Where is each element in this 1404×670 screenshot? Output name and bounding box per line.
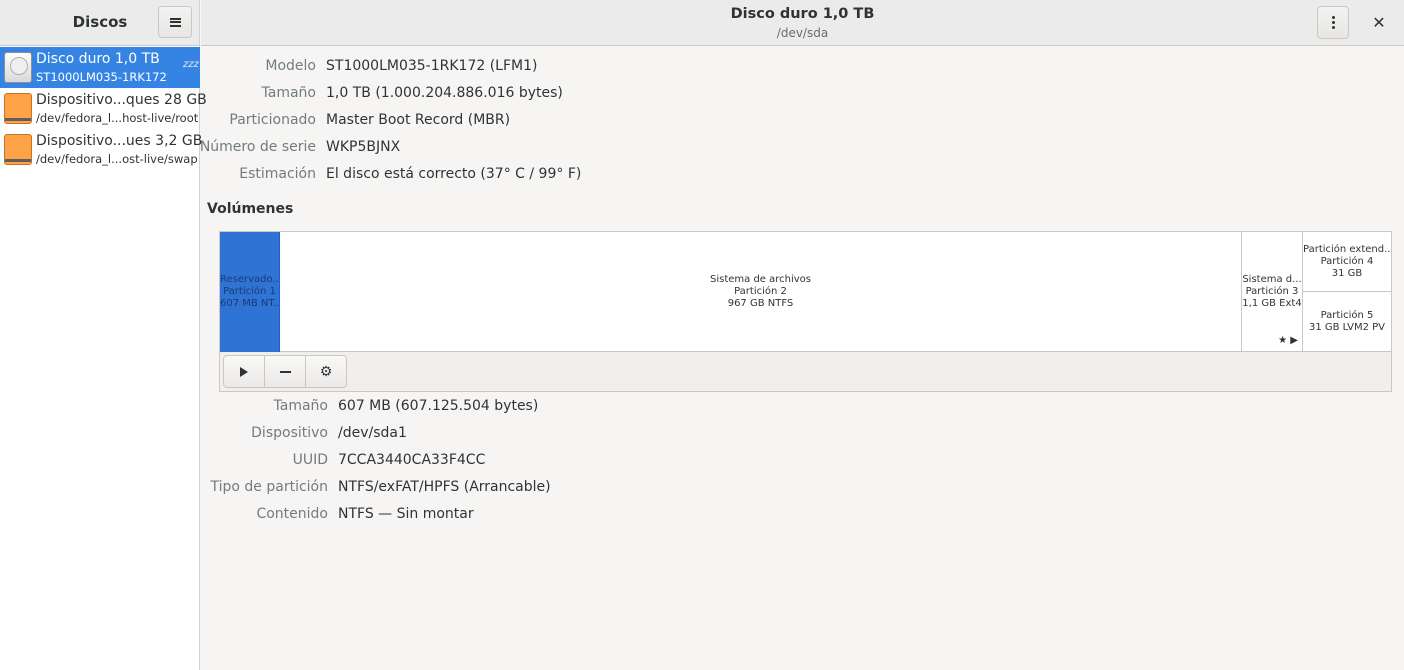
info-value: 607 MB (607.125.504 bytes) [338, 398, 539, 414]
info-value: 1,0 TB (1.000.204.886.016 bytes) [326, 85, 563, 101]
info-value: /dev/sda1 [338, 425, 407, 441]
info-label: Dispositivo [251, 425, 328, 441]
partition-info-row: Tipo de partición [201, 479, 329, 499]
harddisk-icon [4, 52, 32, 83]
sidebar: Discos Disco duro 1,0 TB ST1000LM035-1RK… [0, 0, 207, 670]
mount-button[interactable] [223, 355, 265, 388]
usb-drive-icon [4, 93, 32, 124]
info-label: Modelo [265, 58, 316, 74]
partition-number: Partición 1 [223, 286, 276, 297]
partition-number: Partición 3 [1245, 286, 1299, 297]
partition-size: 31 GB LVM2 PV [1308, 322, 1386, 333]
minus-icon [279, 370, 291, 373]
drive-info-row: Modelo [201, 58, 316, 78]
sidebar-title-text: Discos [72, 13, 128, 31]
partition-3[interactable]: Sistema d... Partición 3 1,1 GB Ext4 ★ ▶ [1242, 232, 1303, 352]
partition-info-row: UUID [201, 452, 328, 472]
info-value: 7CCA3440CA33F4CC [338, 452, 486, 468]
partition-info-row: Dispositivo [201, 425, 328, 445]
gears-icon: ⚙ [319, 363, 333, 380]
usb-drive-icon [4, 134, 32, 165]
drive-menu-button[interactable] [1317, 6, 1349, 39]
info-label: Contenido [256, 506, 328, 522]
info-label: Tamaño [261, 85, 316, 101]
partition-2[interactable]: Sistema de archivos Partición 2 967 GB N… [280, 232, 1242, 352]
volumes-heading: Volúmenes [207, 201, 294, 217]
partition-label: Sistema d... [1242, 274, 1302, 285]
mount-arrow-icon: ▶ [1290, 335, 1298, 346]
info-label: Estimación [239, 166, 316, 182]
info-label: Número de serie [199, 139, 316, 155]
header-bar: Disco duro 1,0 TB /dev/sda ✕ [201, 0, 1404, 46]
info-label: Particionado [229, 112, 316, 128]
partition-number: Partición 5 [1320, 310, 1374, 321]
partition-status-icons: ★ ▶ [1278, 335, 1298, 347]
info-value: Master Boot Record (MBR) [326, 112, 511, 128]
window-subtitle: /dev/sda [776, 26, 829, 40]
kebab-dot [1331, 16, 1335, 19]
partition-1[interactable]: Reservado... Partición 1 607 MB NT... [220, 232, 280, 352]
volume-map: Reservado... Partición 1 607 MB NT... Si… [220, 232, 1391, 352]
partition-label: Reservado... [220, 274, 280, 285]
partition-info-row: Tamaño [201, 398, 328, 418]
info-value: ST1000LM035-1RK172 (LFM1) [326, 58, 538, 74]
sidebar-header: Discos [0, 0, 199, 46]
disk-item-swap[interactable]: Dispositivo...ues 3,2 GB /dev/fedora_l..… [0, 129, 203, 170]
partition-size: 1,1 GB Ext4 [1242, 298, 1302, 309]
kebab-dot [1331, 21, 1335, 24]
info-label: Tamaño [273, 398, 328, 414]
partition-options-button[interactable]: ⚙ [305, 355, 347, 388]
delete-partition-button[interactable] [264, 355, 306, 388]
info-value: NTFS/exFAT/HPFS (Arrancable) [338, 479, 551, 495]
drive-info-row: Estimación [201, 166, 316, 186]
drive-info-row: Tamaño [201, 85, 316, 105]
disk-name: Dispositivo...ques 28 GB [36, 92, 207, 108]
disk-item-harddisk[interactable]: Disco duro 1,0 TB ST1000LM035-1RK172 zzz [0, 47, 200, 88]
disk-path: /dev/fedora_l...ost-live/swap [36, 152, 198, 166]
drive-info-row: Número de serie [199, 139, 316, 159]
drive-info-row: Particionado [201, 112, 316, 132]
info-value: El disco está correcto (37° C / 99° F) [326, 166, 582, 182]
standby-icon: zzz [183, 59, 199, 70]
volumes-panel: Reservado... Partición 1 607 MB NT... Si… [219, 231, 1392, 392]
partition-4-extended[interactable]: Partición extend... Partición 4 31 GB [1303, 232, 1391, 292]
info-value: WKP5BJNX [326, 139, 401, 155]
info-label: UUID [292, 452, 328, 468]
kebab-dot [1331, 26, 1335, 29]
partition-label: Partición extend... [1303, 243, 1391, 255]
info-label: Tipo de partición [210, 479, 329, 495]
partition-size: 31 GB [1331, 267, 1363, 279]
disk-path: /dev/fedora_l...host-live/root [36, 111, 199, 125]
info-value: NTFS — Sin montar [338, 506, 474, 522]
disk-model: ST1000LM035-1RK172 [36, 70, 167, 84]
disk-name: Disco duro 1,0 TB [36, 51, 160, 67]
partition-5[interactable]: Partición 5 31 GB LVM2 PV [1303, 292, 1391, 352]
close-button[interactable]: ✕ [1367, 11, 1391, 35]
app-menu-button[interactable] [158, 6, 192, 38]
disk-name: Dispositivo...ues 3,2 GB [36, 133, 203, 149]
partition-size: 967 GB NTFS [727, 298, 794, 309]
partition-number: Partición 2 [734, 286, 787, 297]
partition-size: 607 MB NT... [220, 298, 280, 309]
partition-number: Partición 4 [1320, 255, 1374, 267]
play-icon [240, 366, 248, 377]
volume-toolbar: ⚙ [223, 355, 347, 388]
hamburger-icon [169, 17, 181, 27]
window-title: Disco duro 1,0 TB [730, 6, 875, 22]
partition-info-row: Contenido [201, 506, 328, 526]
star-icon: ★ [1278, 335, 1288, 346]
partition-label: Sistema de archivos [709, 274, 811, 285]
disk-item-root[interactable]: Dispositivo...ques 28 GB /dev/fedora_l..… [0, 88, 207, 129]
